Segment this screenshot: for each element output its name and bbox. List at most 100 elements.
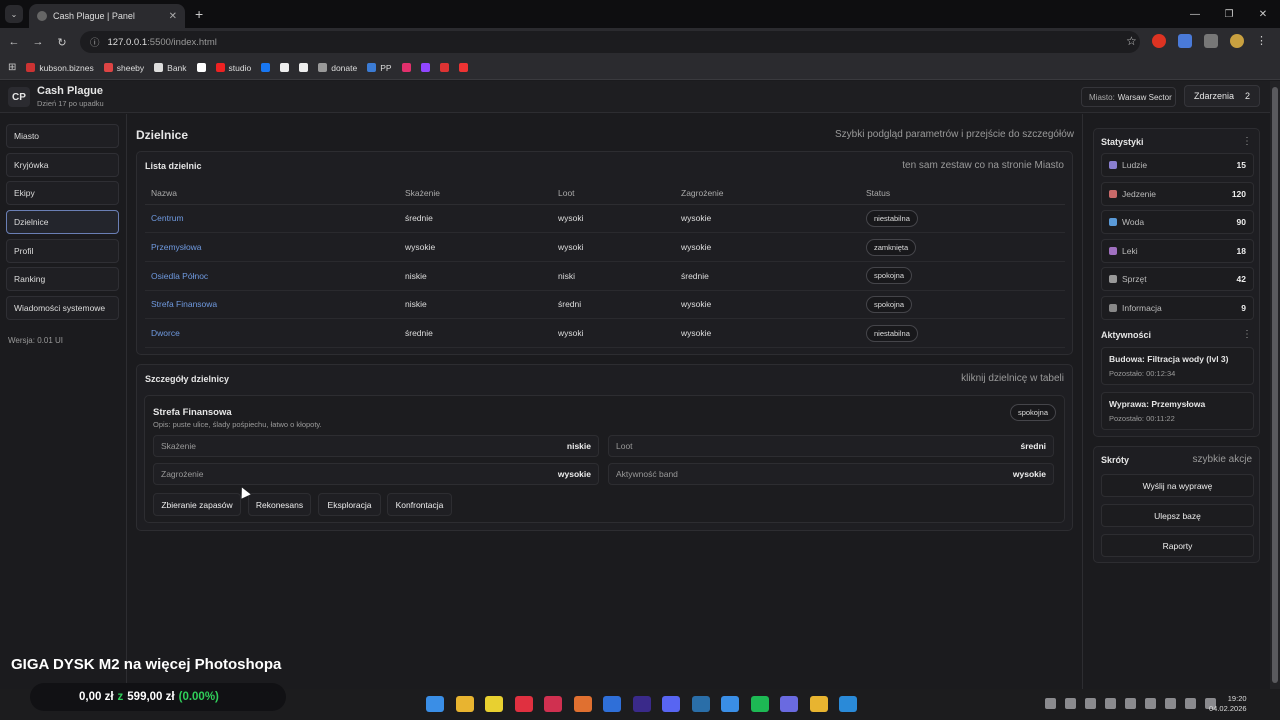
table-cell: wysokie (399, 232, 552, 262)
vscode-icon[interactable] (839, 696, 857, 712)
tray-chevron-icon[interactable] (1045, 698, 1056, 709)
window-close-icon[interactable]: ✕ (1246, 0, 1280, 28)
tray-app-icon[interactable] (1105, 698, 1116, 709)
table-row[interactable]: Przemysłowa wysokie wysoki wysokie zamknięta (145, 232, 1065, 262)
wifi-icon[interactable] (1165, 698, 1176, 709)
chrome-icon[interactable] (809, 696, 828, 712)
app-icon[interactable] (721, 696, 739, 712)
sidebar-item-wiadomosci[interactable]: Wiadomości systemowe (6, 296, 119, 320)
sidebar-item-kryjowka[interactable]: Kryjówka (6, 153, 119, 177)
sidebar-item-label: Profil (14, 246, 34, 256)
bookmark-item[interactable]: studio (215, 63, 251, 73)
shortcuts-hint: szybkie akcje (1192, 454, 1252, 465)
status-badge: spokojna (866, 295, 913, 313)
bookmark-item[interactable] (299, 63, 309, 72)
send-expedition-button[interactable]: Wyślij na wyprawę (1101, 474, 1254, 497)
table-cell: średnie (399, 204, 552, 234)
translate-icon[interactable] (1178, 34, 1192, 48)
tray-discord-icon[interactable] (1065, 698, 1076, 709)
district-link[interactable]: Strefa Finansowa (145, 290, 399, 320)
sidebar-item-miasto[interactable]: Miasto (6, 124, 119, 148)
bookmark-icon (26, 63, 36, 72)
status-cell: zamknięta (860, 232, 1065, 262)
tab-search-icon[interactable]: ⌄ (5, 5, 23, 23)
sidebar-item-dzielnice[interactable]: Dzielnice (6, 210, 119, 234)
bookmark-item[interactable]: PP (367, 63, 392, 73)
app-subtitle: Dzień 17 po upadku (37, 99, 104, 108)
sticky-notes-icon[interactable] (485, 696, 503, 712)
bookmark-item[interactable] (458, 63, 468, 72)
extension-red-icon[interactable] (1152, 34, 1166, 48)
restore-icon[interactable]: ❐ (1212, 0, 1246, 28)
premiere-icon[interactable] (632, 696, 651, 712)
new-tab-icon[interactable]: + (195, 6, 203, 22)
table-cell: wysokie (675, 232, 860, 262)
table-row[interactable]: Dworce średnie wysoki wysokie niestabilna (145, 318, 1065, 348)
bookmark-item[interactable] (439, 63, 449, 72)
file-explorer-icon[interactable] (455, 696, 474, 712)
bookmark-item[interactable]: donate (318, 63, 357, 73)
reports-button[interactable]: Raporty (1101, 534, 1254, 557)
district-link[interactable]: Centrum (145, 204, 399, 234)
photoshop-icon[interactable] (603, 696, 621, 712)
windows-start-icon[interactable] (426, 696, 444, 712)
site-info-icon[interactable]: ⓘ (90, 35, 100, 49)
app-icon[interactable] (780, 696, 798, 712)
bookmark-item[interactable] (401, 63, 411, 72)
scrollbar-thumb[interactable] (1272, 87, 1278, 683)
activity-item[interactable]: Wyprawa: Przemysłowa Pozostało: 00:11:22 (1101, 392, 1254, 430)
page-scrollbar[interactable] (1270, 81, 1280, 689)
bookmark-item[interactable] (420, 63, 430, 72)
tray-display-icon[interactable] (1125, 698, 1136, 709)
apps-grid-icon[interactable]: ⊞ (8, 62, 16, 73)
forward-icon[interactable]: → (26, 36, 50, 48)
tab-close-icon[interactable]: ✕ (169, 11, 177, 22)
sidebar-item-ranking[interactable]: Ranking (6, 267, 119, 291)
bookmark-star-icon[interactable]: ☆ (1126, 34, 1140, 48)
address-bar[interactable]: ⓘ 127.0.0.1:5500/index.html (80, 31, 1140, 53)
stats-menu-icon[interactable]: ⋮ (1242, 136, 1252, 147)
clock[interactable]: 19:20 04.02.2026 (1209, 694, 1247, 714)
sidebar-item-profil[interactable]: Profil (6, 239, 119, 263)
tray-mic-icon[interactable] (1145, 698, 1156, 709)
bookmark-item[interactable]: Bank (154, 63, 187, 73)
back-icon[interactable]: ← (2, 36, 26, 48)
field-label: Zagrożenie (161, 469, 204, 479)
extensions-icon[interactable] (1204, 34, 1218, 48)
opera-icon[interactable] (514, 696, 533, 712)
volume-icon[interactable] (1185, 698, 1196, 709)
events-button[interactable]: Zdarzenia 2 (1184, 85, 1260, 107)
bookmark-item[interactable] (261, 63, 271, 72)
district-link[interactable]: Przemysłowa (145, 232, 399, 262)
field-label: Aktywność band (616, 469, 678, 479)
upgrade-base-button[interactable]: Ulepsz bazę (1101, 504, 1254, 527)
bookmark-item[interactable]: sheeby (103, 63, 144, 73)
spotify-icon[interactable] (750, 696, 769, 712)
recon-button[interactable]: Rekonesans (248, 493, 311, 516)
reload-icon[interactable]: ↻ (50, 36, 74, 49)
table-row[interactable]: Centrum średnie wysoki wysokie niestabilna (145, 204, 1065, 234)
discord-icon[interactable] (662, 696, 680, 712)
sidebar-item-ekipy[interactable]: Ekipy (6, 181, 119, 205)
table-row[interactable]: Strefa Finansowa niskie średni wysokie spoko… (145, 290, 1065, 320)
bookmark-item[interactable]: kubson.biznes (26, 63, 94, 73)
bookmark-item[interactable] (196, 63, 206, 72)
activity-item[interactable]: Budowa: Filtracja wody (lvl 3) Pozostało:… (1101, 347, 1254, 385)
app-icon[interactable] (544, 696, 562, 712)
browser-menu-icon[interactable]: ⋮ (1256, 34, 1270, 48)
profile-avatar-icon[interactable] (1230, 34, 1244, 48)
steam-icon[interactable] (691, 696, 710, 712)
table-row[interactable]: Osiedla Północ niskie niski średnie spokojna (145, 261, 1065, 291)
district-link[interactable]: Osiedla Północ (145, 261, 399, 291)
explore-button[interactable]: Eksploracja (318, 493, 381, 516)
column-header: Nazwa (145, 182, 399, 205)
activities-menu-icon[interactable]: ⋮ (1242, 329, 1252, 340)
tray-bluetooth-icon[interactable] (1085, 698, 1096, 709)
minimize-icon[interactable]: — (1178, 0, 1212, 28)
browser-tab[interactable]: Cash Plague | Panel ✕ (29, 4, 185, 28)
confront-button[interactable]: Konfrontacja (387, 493, 452, 516)
gather-supplies-button[interactable]: Zbieranie zapasów (153, 493, 241, 516)
app-icon[interactable] (573, 696, 592, 712)
bookmark-item[interactable] (280, 63, 290, 72)
district-link[interactable]: Dworce (145, 318, 399, 348)
